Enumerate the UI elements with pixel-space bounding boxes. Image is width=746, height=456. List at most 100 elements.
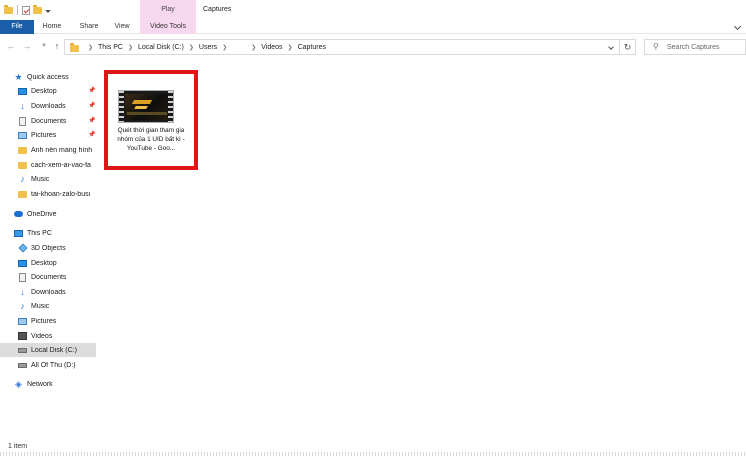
refresh-button[interactable]: ↻ — [620, 39, 636, 55]
address-bar[interactable]: ❯ This PC ❯ Local Disk (C:) ❯ Users ❯ ❯ … — [64, 39, 620, 55]
nav-onedrive[interactable]: OneDrive — [14, 207, 96, 221]
nav-pc-documents[interactable]: Documents — [18, 270, 96, 284]
nav-label: cach-xem-ai-vao-fa — [31, 161, 91, 169]
nav-label: Local Disk (C:) — [31, 346, 77, 354]
music-icon: ♪ — [20, 301, 25, 311]
nav-pc-3d-objects[interactable]: 3D Objects — [17, 241, 96, 255]
pin-icon[interactable]: 📌 — [88, 131, 95, 138]
pin-icon[interactable]: 📌 — [88, 87, 95, 94]
ribbon-tabs: File Home Share View Video Tools — [0, 20, 746, 34]
drive-icon — [18, 346, 27, 355]
file-list[interactable]: Quét thời gian tham gia nhóm của 1 UID b… — [96, 64, 746, 436]
nav-label: Quick access — [27, 73, 69, 81]
tab-view[interactable]: View — [108, 20, 136, 34]
nav-pc-local-disk[interactable]: Local Disk (C:) — [0, 343, 96, 357]
nav-qa-folder-1[interactable]: Ảnh nền màng hình — [18, 143, 96, 157]
up-arrow-icon[interactable]: ↑ — [52, 41, 62, 52]
tab-home[interactable]: Home — [36, 20, 68, 34]
breadcrumb-separator-icon[interactable]: ❯ — [222, 44, 227, 51]
forward-arrow-icon[interactable]: → — [22, 41, 32, 52]
nav-label: Downloads — [31, 102, 66, 110]
breadcrumb-users[interactable]: Users — [199, 44, 217, 51]
folder-icon — [18, 161, 27, 170]
folder-icon — [18, 190, 27, 199]
breadcrumb-videos[interactable]: Videos — [261, 44, 282, 51]
breadcrumb-separator-icon[interactable]: ❯ — [288, 44, 293, 51]
nav-label: Network — [27, 380, 53, 388]
breadcrumb-separator-icon[interactable]: ❯ — [189, 44, 194, 51]
nav-label: Desktop — [31, 259, 57, 267]
location-folder-icon — [70, 43, 79, 52]
nav-qa-pictures[interactable]: Pictures 📌 — [18, 128, 96, 142]
nav-label: Ảnh nền màng hình — [31, 146, 93, 154]
desktop-icon — [18, 259, 27, 268]
download-icon: ↓ — [20, 287, 25, 297]
address-dropdown-icon[interactable] — [608, 44, 614, 50]
back-arrow-icon[interactable]: ← — [6, 41, 16, 52]
context-tab-header: Play — [140, 0, 196, 20]
nav-label: This PC — [27, 229, 52, 237]
nav-qa-music[interactable]: ♪ Music — [18, 172, 96, 186]
download-icon: ↓ — [20, 101, 25, 111]
properties-icon[interactable] — [22, 5, 30, 15]
breadcrumb-captures[interactable]: Captures — [298, 44, 326, 51]
navigation-pane[interactable]: ★ Quick access Desktop 📌 ↓ Downloads 📌 D… — [0, 64, 96, 436]
nav-label: OneDrive — [27, 210, 57, 218]
nav-qa-desktop[interactable]: Desktop 📌 — [18, 84, 96, 98]
pin-icon[interactable]: 📌 — [88, 117, 95, 124]
nav-label: All Of Thu (D:) — [31, 361, 76, 369]
nav-label: Music — [31, 175, 50, 183]
nav-label: tai-khoan-zalo-busi — [31, 190, 91, 198]
computer-icon — [14, 229, 23, 238]
new-folder-icon[interactable] — [33, 4, 42, 14]
nav-quick-access[interactable]: ★ Quick access — [14, 70, 96, 84]
nav-pc-desktop[interactable]: Desktop — [18, 256, 96, 270]
nav-qa-documents[interactable]: Documents 📌 — [18, 114, 96, 128]
thumbnail-graphic — [131, 100, 153, 104]
nav-label: Downloads — [31, 288, 66, 296]
recent-locations-chevron-icon[interactable]: ▼ — [39, 41, 49, 52]
taskbar-edge — [0, 452, 746, 456]
nav-pc-videos[interactable]: Videos — [18, 329, 96, 343]
toolbar-divider — [17, 5, 18, 15]
search-box[interactable]: ⚲ — [644, 39, 746, 55]
nav-label: Pictures — [31, 317, 57, 325]
tab-share[interactable]: Share — [74, 20, 104, 34]
music-icon: ♪ — [20, 174, 25, 184]
nav-pc-pictures[interactable]: Pictures — [18, 314, 96, 328]
pin-icon[interactable]: 📌 — [88, 102, 95, 109]
nav-qa-folder-3[interactable]: tai-khoan-zalo-busi — [18, 187, 96, 201]
tab-video-tools[interactable]: Video Tools — [140, 20, 196, 34]
nav-network[interactable]: ◈ Network — [14, 377, 96, 391]
star-icon: ★ — [14, 71, 23, 82]
search-input[interactable] — [667, 41, 745, 53]
thumbnail-graphic — [127, 112, 167, 115]
nav-qa-folder-2[interactable]: cach-xem-ai-vao-fa — [18, 158, 96, 172]
nav-this-pc[interactable]: This PC — [14, 226, 96, 240]
file-item[interactable]: Quét thời gian tham gia nhóm của 1 UID b… — [104, 70, 198, 170]
nav-pc-downloads[interactable]: ↓ Downloads — [18, 285, 96, 299]
expand-ribbon-icon[interactable] — [733, 22, 742, 31]
nav-pc-music[interactable]: ♪ Music — [18, 299, 96, 313]
breadcrumb-separator-icon[interactable]: ❯ — [128, 44, 133, 51]
breadcrumb: ❯ This PC ❯ Local Disk (C:) ❯ Users ❯ ❯ … — [83, 40, 326, 54]
folder-icon — [18, 146, 27, 155]
nav-label: 3D Objects — [31, 244, 66, 252]
window-title: Captures — [203, 6, 232, 13]
breadcrumb-separator-icon[interactable]: ❯ — [251, 44, 256, 51]
nav-qa-downloads[interactable]: ↓ Downloads 📌 — [18, 99, 96, 113]
address-row: ← → ▼ ↑ ❯ This PC ❯ Local Disk (C:) ❯ Us… — [0, 36, 746, 58]
breadcrumb-separator-icon[interactable]: ❯ — [88, 44, 93, 51]
pictures-icon — [18, 317, 27, 326]
breadcrumb-local-disk[interactable]: Local Disk (C:) — [138, 44, 184, 51]
nav-label: Music — [31, 302, 50, 310]
folder-icon — [4, 4, 13, 14]
cube-icon — [17, 243, 28, 253]
quick-access-toolbar — [4, 3, 51, 17]
nav-pc-all-of-thu[interactable]: All Of Thu (D:) — [18, 358, 96, 372]
thumbnail-frame — [125, 94, 169, 120]
breadcrumb-this-pc[interactable]: This PC — [98, 44, 123, 51]
context-tab-label: Play — [161, 6, 175, 13]
customize-toolbar-dropdown-icon[interactable] — [45, 9, 51, 13]
tab-file[interactable]: File — [0, 20, 34, 34]
